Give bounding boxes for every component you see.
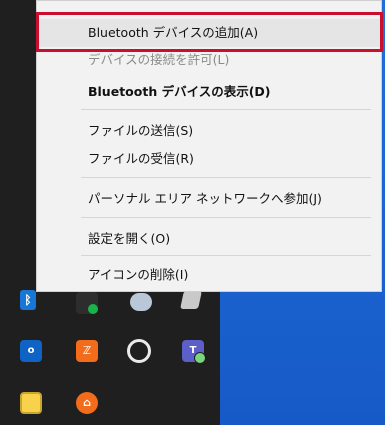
checkmark-badge-icon	[88, 304, 98, 314]
circle-app-icon[interactable]	[127, 339, 151, 363]
status-badge-icon	[194, 352, 206, 364]
menu-separator	[81, 109, 371, 110]
menu-item-receive-file[interactable]: ファイルの受信(R)	[37, 145, 383, 173]
menu-separator	[81, 217, 371, 218]
context-menu: Bluetooth デバイスの追加(A) デバイスの接続を許可(L) Bluet…	[36, 0, 383, 292]
bluetooth-glyph: ᛒ	[24, 293, 32, 307]
menu-item-allow-connection: デバイスの接続を許可(L)	[37, 46, 383, 74]
network-icon[interactable]	[180, 291, 202, 309]
cloud-icon[interactable]	[130, 293, 152, 311]
app-orange-glyph: ℤ	[82, 344, 92, 357]
menu-item-remove-icon[interactable]: アイコンの削除(I)	[37, 261, 383, 289]
menu-item-label: Bluetooth デバイスの表示(D)	[88, 84, 271, 99]
outlook-icon[interactable]: o	[20, 340, 42, 362]
app-orange-icon[interactable]: ℤ	[76, 340, 98, 362]
teams-icon[interactable]: T	[182, 340, 206, 364]
menu-item-label: Bluetooth デバイスの追加(A)	[88, 25, 259, 40]
bluetooth-icon[interactable]: ᛒ	[20, 290, 36, 310]
menu-separator	[81, 255, 371, 256]
app-orange-round-glyph: ⌂	[83, 396, 91, 409]
menu-item-label: アイコンの削除(I)	[88, 267, 189, 282]
menu-item-label: パーソナル エリア ネットワークへ参加(J)	[88, 191, 322, 206]
menu-separator	[81, 177, 371, 178]
security-shield-icon[interactable]	[76, 292, 98, 314]
menu-item-join-pan[interactable]: パーソナル エリア ネットワークへ参加(J)	[37, 185, 383, 213]
menu-item-label: 設定を開く(O)	[88, 231, 171, 246]
menu-item-open-settings[interactable]: 設定を開く(O)	[37, 225, 383, 253]
menu-item-label: デバイスの接続を許可(L)	[88, 52, 230, 67]
keyboard-icon[interactable]	[20, 392, 42, 414]
menu-item-label: ファイルの受信(R)	[88, 151, 194, 166]
menu-item-send-file[interactable]: ファイルの送信(S)	[37, 117, 383, 145]
menu-item-show-bluetooth-devices[interactable]: Bluetooth デバイスの表示(D)	[37, 78, 383, 106]
app-orange-round-icon[interactable]: ⌂	[76, 392, 98, 414]
outlook-glyph: o	[27, 345, 35, 356]
menu-item-add-bluetooth-device[interactable]: Bluetooth デバイスの追加(A)	[37, 19, 383, 47]
menu-item-label: ファイルの送信(S)	[88, 123, 194, 138]
